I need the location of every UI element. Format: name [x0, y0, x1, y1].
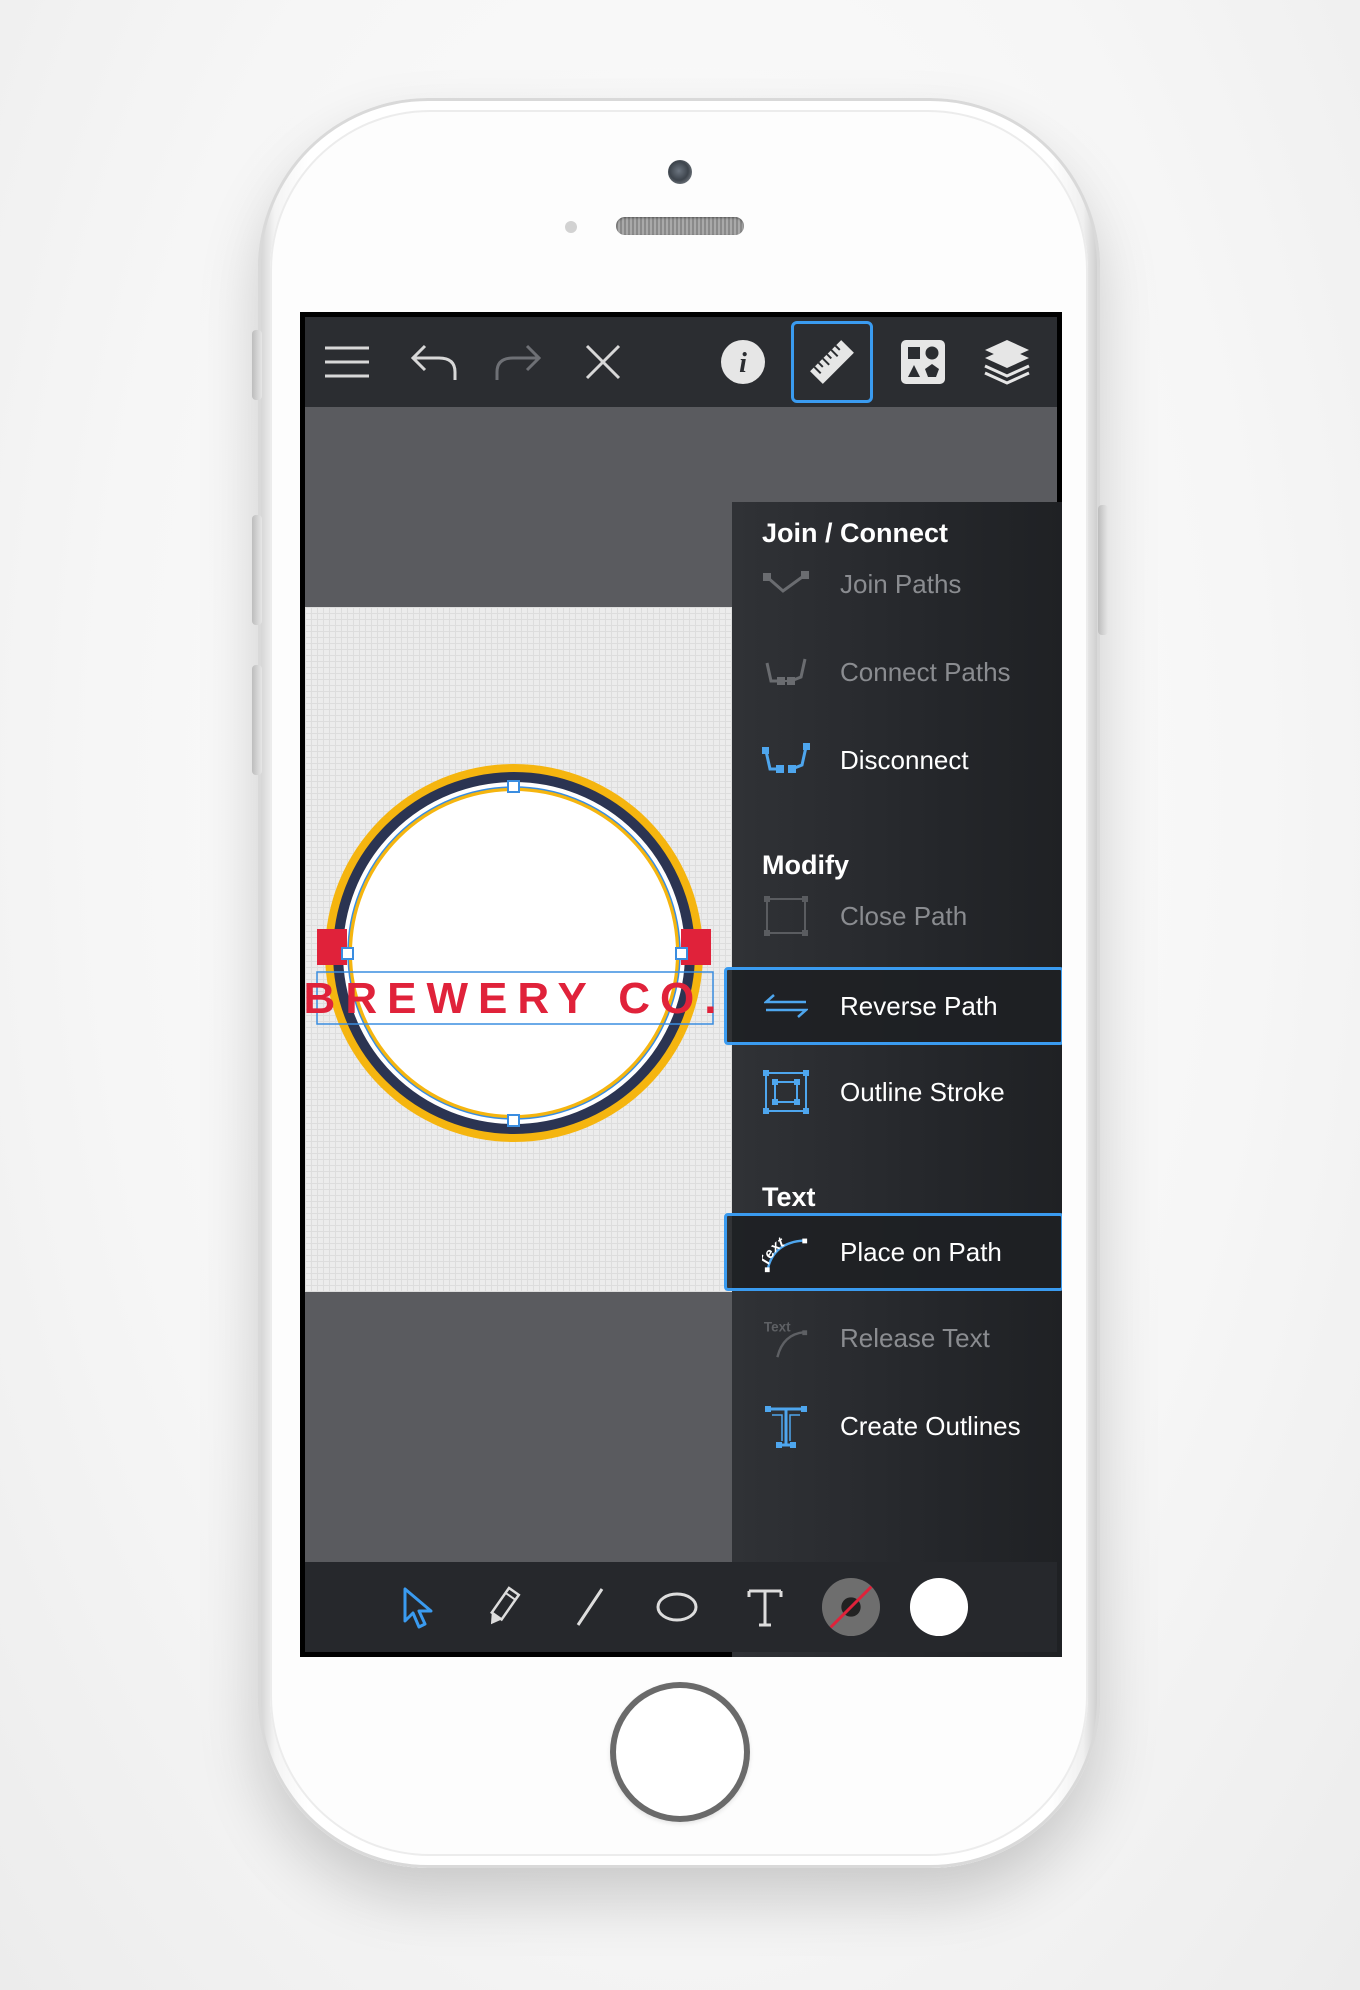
proximity-sensor	[565, 221, 577, 233]
canvas-area[interactable]: BREWERY CO. Join / Connect Join Paths Co…	[305, 407, 1062, 1657]
menu-label-disconnect: Disconnect	[840, 744, 969, 775]
outline-stroke-icon	[762, 1068, 810, 1116]
menu-label-join-paths: Join Paths	[840, 568, 962, 599]
close-icon[interactable]	[575, 334, 631, 390]
mute-switch	[252, 330, 262, 400]
redo-icon[interactable]	[490, 334, 546, 390]
text-tool-icon[interactable]	[735, 1577, 795, 1637]
fill-color-icon[interactable]	[909, 1577, 969, 1637]
badge-text: BREWERY CO.	[305, 974, 726, 1023]
info-icon[interactable]: i	[715, 334, 771, 390]
menu-item-disconnect[interactable]: Disconnect	[732, 721, 1062, 799]
shapes-icon[interactable]	[895, 334, 951, 390]
svg-text:Text: Text	[764, 1319, 791, 1334]
line-tool-icon[interactable]	[560, 1577, 620, 1637]
release-text-icon: Text	[762, 1314, 810, 1362]
menu-item-join-paths[interactable]: Join Paths	[732, 545, 1062, 623]
front-camera	[668, 160, 692, 184]
svg-text:i: i	[739, 348, 747, 379]
stroke-color-icon[interactable]	[821, 1577, 881, 1637]
menu-item-connect-paths[interactable]: Connect Paths	[732, 633, 1062, 711]
top-toolbar: i	[305, 317, 1057, 407]
undo-icon[interactable]	[406, 334, 462, 390]
menu-item-reverse-path[interactable]: Reverse Path	[724, 967, 1062, 1045]
menu-label-outline-stroke: Outline Stroke	[840, 1076, 1005, 1107]
section-title-text: Text	[762, 1182, 816, 1212]
create-outlines-icon	[762, 1402, 810, 1450]
menu-label-release-text: Release Text	[840, 1322, 990, 1353]
close-path-icon	[762, 892, 810, 940]
layers-icon[interactable]	[979, 334, 1035, 390]
place-on-path-icon: Text	[762, 1228, 810, 1276]
menu-label-place-on-path: Place on Path	[840, 1236, 1002, 1267]
menu-label-close-path: Close Path	[840, 900, 968, 931]
svg-text:Text: Text	[762, 1234, 788, 1268]
menu-icon[interactable]	[319, 334, 375, 390]
menu-item-close-path[interactable]: Close Path	[732, 877, 1062, 955]
pencil-tool-icon[interactable]	[473, 1577, 533, 1637]
selection-tool-icon[interactable]	[387, 1577, 447, 1637]
reverse-path-icon	[762, 982, 810, 1030]
menu-item-outline-stroke[interactable]: Outline Stroke	[732, 1053, 1062, 1131]
menu-label-connect-paths: Connect Paths	[840, 656, 1011, 687]
disconnect-icon	[762, 736, 810, 784]
menu-label-create-outlines: Create Outlines	[840, 1410, 1021, 1441]
ellipse-tool-icon[interactable]	[647, 1577, 707, 1637]
power-button	[1098, 505, 1108, 635]
badge-artwork[interactable]: BREWERY CO.	[305, 607, 775, 1292]
home-button[interactable]	[610, 1682, 750, 1822]
connect-paths-icon	[762, 648, 810, 696]
menu-label-reverse-path: Reverse Path	[840, 990, 998, 1021]
ruler-icon[interactable]	[791, 321, 873, 403]
menu-item-place-on-path[interactable]: Text Place on Path	[724, 1213, 1062, 1291]
menu-item-release-text[interactable]: Text Release Text	[732, 1299, 1062, 1377]
bottom-toolbar	[305, 1562, 1057, 1652]
join-paths-icon	[762, 560, 810, 608]
artboard[interactable]: BREWERY CO.	[305, 607, 775, 1292]
earpiece-speaker	[616, 217, 744, 235]
menu-item-create-outlines[interactable]: Create Outlines	[732, 1387, 1062, 1465]
path-tools-panel: Join / Connect Join Paths Connect Paths …	[724, 502, 1062, 1657]
volume-down-button	[252, 665, 262, 775]
app-screen: i BREWERY CO. Join / Connect Join Paths …	[300, 312, 1062, 1657]
volume-up-button	[252, 515, 262, 625]
